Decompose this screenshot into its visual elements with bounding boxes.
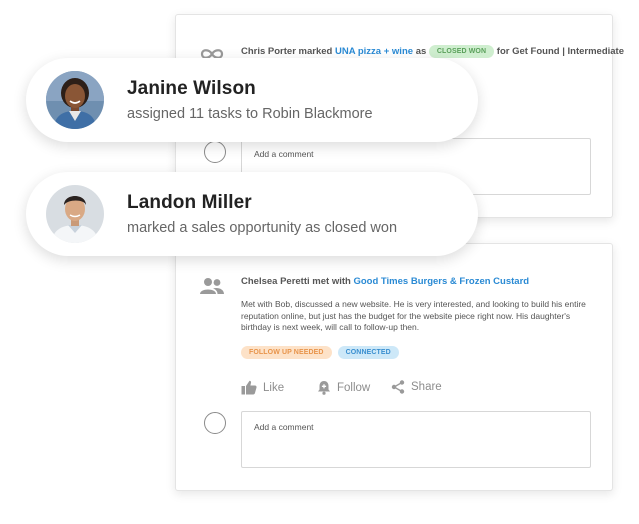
like-button[interactable]: Like — [241, 380, 284, 395]
share-button[interactable]: Share — [391, 380, 442, 394]
actor-link[interactable]: Chris Porter — [241, 46, 296, 57]
notification-text: marked a sales opportunity as closed won — [127, 220, 398, 236]
thumbs-up-icon — [241, 380, 257, 395]
comment-input[interactable]: Add a comment — [241, 411, 591, 468]
notification-name: Janine Wilson — [127, 78, 256, 99]
notification-toast[interactable]: Janine Wilson assigned 11 tasks to Robin… — [26, 58, 478, 142]
follow-button[interactable]: Follow — [317, 380, 370, 395]
follow-label: Follow — [337, 381, 371, 394]
pipeline-text: for Get Found | Intermediate — [496, 46, 625, 58]
avatar — [46, 185, 104, 243]
commenter-avatar-placeholder — [204, 141, 226, 163]
share-icon — [391, 380, 405, 394]
notification-name: Landon Miller — [127, 192, 252, 213]
meeting-note: Met with Bob, discussed a new website. H… — [241, 299, 586, 332]
share-label: Share — [411, 381, 442, 393]
connected-tag[interactable]: CONNECTED — [337, 346, 399, 359]
notification-text: assigned 11 tasks to Robin Blackmore — [127, 106, 373, 122]
verb-text: marked — [298, 46, 333, 58]
bell-add-icon — [318, 381, 330, 395]
as-text: as — [415, 46, 427, 58]
closed-won-badge: CLOSED WON — [428, 45, 495, 58]
verb-text: met with — [312, 276, 351, 287]
tag-list: FOLLOW UP NEEDED CONNECTED — [241, 346, 399, 359]
notification-toast[interactable]: Landon Miller marked a sales opportunity… — [26, 172, 478, 256]
follow-up-tag[interactable]: FOLLOW UP NEEDED — [241, 346, 332, 359]
company-link[interactable]: Good Times Burgers & Frozen Custard — [353, 276, 529, 287]
meeting-activity-line: Chelsea Peretti met with Good Times Burg… — [241, 276, 529, 287]
actor-link[interactable]: Chelsea Peretti — [241, 276, 310, 287]
deal-link[interactable]: UNA pizza + wine — [335, 46, 413, 57]
people-icon — [200, 278, 224, 294]
commenter-avatar-placeholder — [204, 412, 226, 434]
avatar — [46, 71, 104, 129]
deal-activity-line: Chris Porter marked UNA pizza + wine as … — [241, 45, 624, 58]
like-label: Like — [263, 381, 285, 394]
meeting-activity-card: Chelsea Peretti met with Good Times Burg… — [175, 243, 613, 491]
